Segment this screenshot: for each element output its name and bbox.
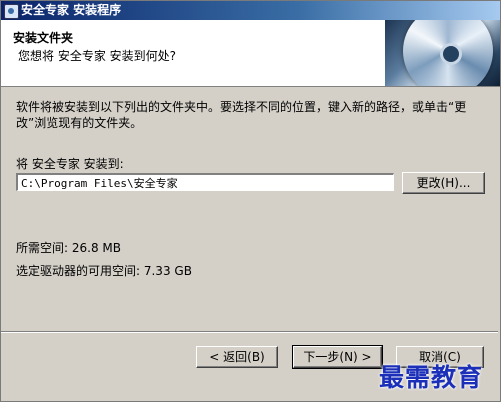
back-button[interactable]: < 返回(B) — [196, 346, 278, 368]
space-available-text: 选定驱动器的可用空间: 7.33 GB — [16, 264, 192, 278]
header-title: 安装文件夹 — [13, 31, 74, 45]
watermark-logo: 最需教育 — [379, 363, 484, 392]
next-button[interactable]: 下一步(N) > — [292, 345, 383, 369]
install-path-input[interactable] — [16, 173, 394, 191]
wizard-header: 安装文件夹 您想将 安全专家 安装到何处? — [1, 20, 500, 87]
cd-disc-image — [385, 20, 500, 86]
space-required-text: 所需空间: 26.8 MB — [16, 241, 121, 255]
description-text: 软件将被安装到以下列出的文件夹中。要选择不同的位置，键入新的路径，或单击“更改”… — [16, 100, 467, 130]
app-icon — [4, 4, 19, 19]
title-bar[interactable]: 安全专家 安装程序 — [1, 1, 500, 20]
installer-window: 安全专家 安装程序 安装文件夹 您想将 安全专家 安装到何处? 软件将被安装到以… — [0, 0, 501, 402]
cd-hole — [440, 43, 462, 65]
header-subtitle: 您想将 安全专家 安装到何处? — [18, 49, 176, 63]
change-button[interactable]: 更改(H)... — [402, 172, 485, 194]
install-location-label: 将 安全专家 安装到: — [16, 157, 124, 171]
footer-separator — [1, 331, 498, 333]
window-title: 安全专家 安装程序 — [21, 3, 122, 17]
